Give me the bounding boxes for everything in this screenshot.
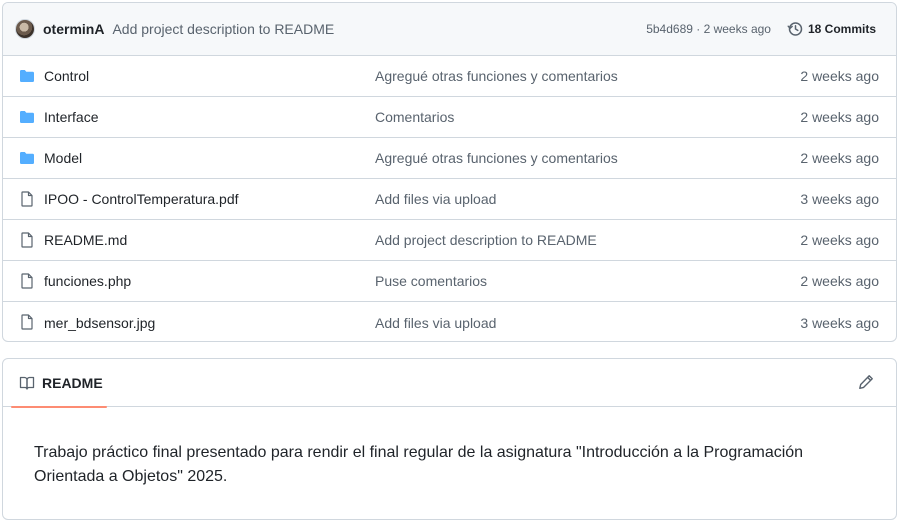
file-commit-age: 3 weeks ago	[800, 314, 879, 331]
folder-icon	[19, 68, 35, 84]
book-icon	[19, 376, 35, 390]
file-icon	[19, 314, 35, 330]
file-name-link[interactable]: funciones.php	[44, 273, 131, 289]
file-row[interactable]: Control Agregué otras funciones y comenta…	[3, 56, 896, 97]
file-row[interactable]: README.md Add project description to READ…	[3, 220, 896, 261]
file-name-link[interactable]: Interface	[44, 109, 98, 125]
latest-commit-message[interactable]: Add project description to README	[112, 21, 334, 37]
file-name-link[interactable]: Control	[44, 68, 89, 84]
file-commit-age: 2 weeks ago	[800, 68, 879, 84]
file-commit-message-link[interactable]: Agregué otras funciones y comentarios	[375, 150, 618, 166]
file-icon	[19, 232, 35, 248]
commit-author[interactable]: oterminA	[43, 21, 104, 37]
readme-content: Trabajo práctico final presentado para r…	[34, 444, 804, 485]
file-name-link[interactable]: Model	[44, 150, 82, 166]
file-commit-age: 2 weeks ago	[800, 273, 879, 289]
file-rows: Control Agregué otras funciones y comenta…	[3, 56, 896, 341]
file-commit-age: 2 weeks ago	[800, 150, 879, 166]
commits-history-link[interactable]: 18 Commits	[787, 21, 876, 37]
file-commit-age: 2 weeks ago	[800, 109, 879, 125]
readme-panel: README Trabajo práctico final presentado…	[2, 358, 897, 520]
author-avatar[interactable]	[15, 19, 35, 39]
history-icon	[787, 22, 803, 36]
file-name-link[interactable]: mer_bdsensor.jpg	[44, 315, 155, 331]
commits-count-label: 18 Commits	[807, 22, 876, 36]
readme-tab-label: README	[42, 375, 103, 391]
file-commit-age: 3 weeks ago	[800, 191, 879, 207]
file-row[interactable]: funciones.php Puse comentarios 2 weeks ago	[3, 261, 896, 302]
pencil-icon	[859, 375, 873, 389]
file-commit-message-link[interactable]: Comentarios	[375, 109, 454, 125]
file-name-link[interactable]: README.md	[44, 232, 127, 248]
file-list-panel: oterminA Add project description to READ…	[2, 2, 897, 342]
file-commit-message-link[interactable]: Add project description to README	[375, 232, 597, 248]
commit-sha-time[interactable]: 5b4d689 · 2 weeks ago	[646, 22, 771, 36]
folder-icon	[19, 150, 35, 166]
file-commit-message-link[interactable]: Agregué otras funciones y comentarios	[375, 68, 618, 84]
file-commit-message-link[interactable]: Add files via upload	[375, 191, 496, 207]
file-icon	[19, 191, 35, 207]
file-row[interactable]: Model Agregué otras funciones y comentari…	[3, 138, 896, 179]
file-commit-message-link[interactable]: Add files via upload	[375, 315, 496, 331]
file-row[interactable]: Interface Comentarios 2 weeks ago	[3, 97, 896, 138]
folder-icon	[19, 109, 35, 125]
file-commit-message-link[interactable]: Puse comentarios	[375, 273, 487, 289]
file-icon	[19, 273, 35, 289]
latest-commit-bar: oterminA Add project description to READ…	[3, 3, 896, 56]
file-commit-age: 2 weeks ago	[800, 232, 879, 248]
file-row[interactable]: mer_bdsensor.jpg Add files via upload 3 we…	[3, 302, 896, 341]
readme-header: README	[3, 359, 896, 408]
edit-readme-button[interactable]	[858, 374, 876, 392]
readme-tab[interactable]: README	[11, 359, 107, 408]
file-row[interactable]: IPOO - ControlTemperatura.pdf Add files v…	[3, 179, 896, 220]
file-name-link[interactable]: IPOO - ControlTemperatura.pdf	[44, 191, 239, 207]
